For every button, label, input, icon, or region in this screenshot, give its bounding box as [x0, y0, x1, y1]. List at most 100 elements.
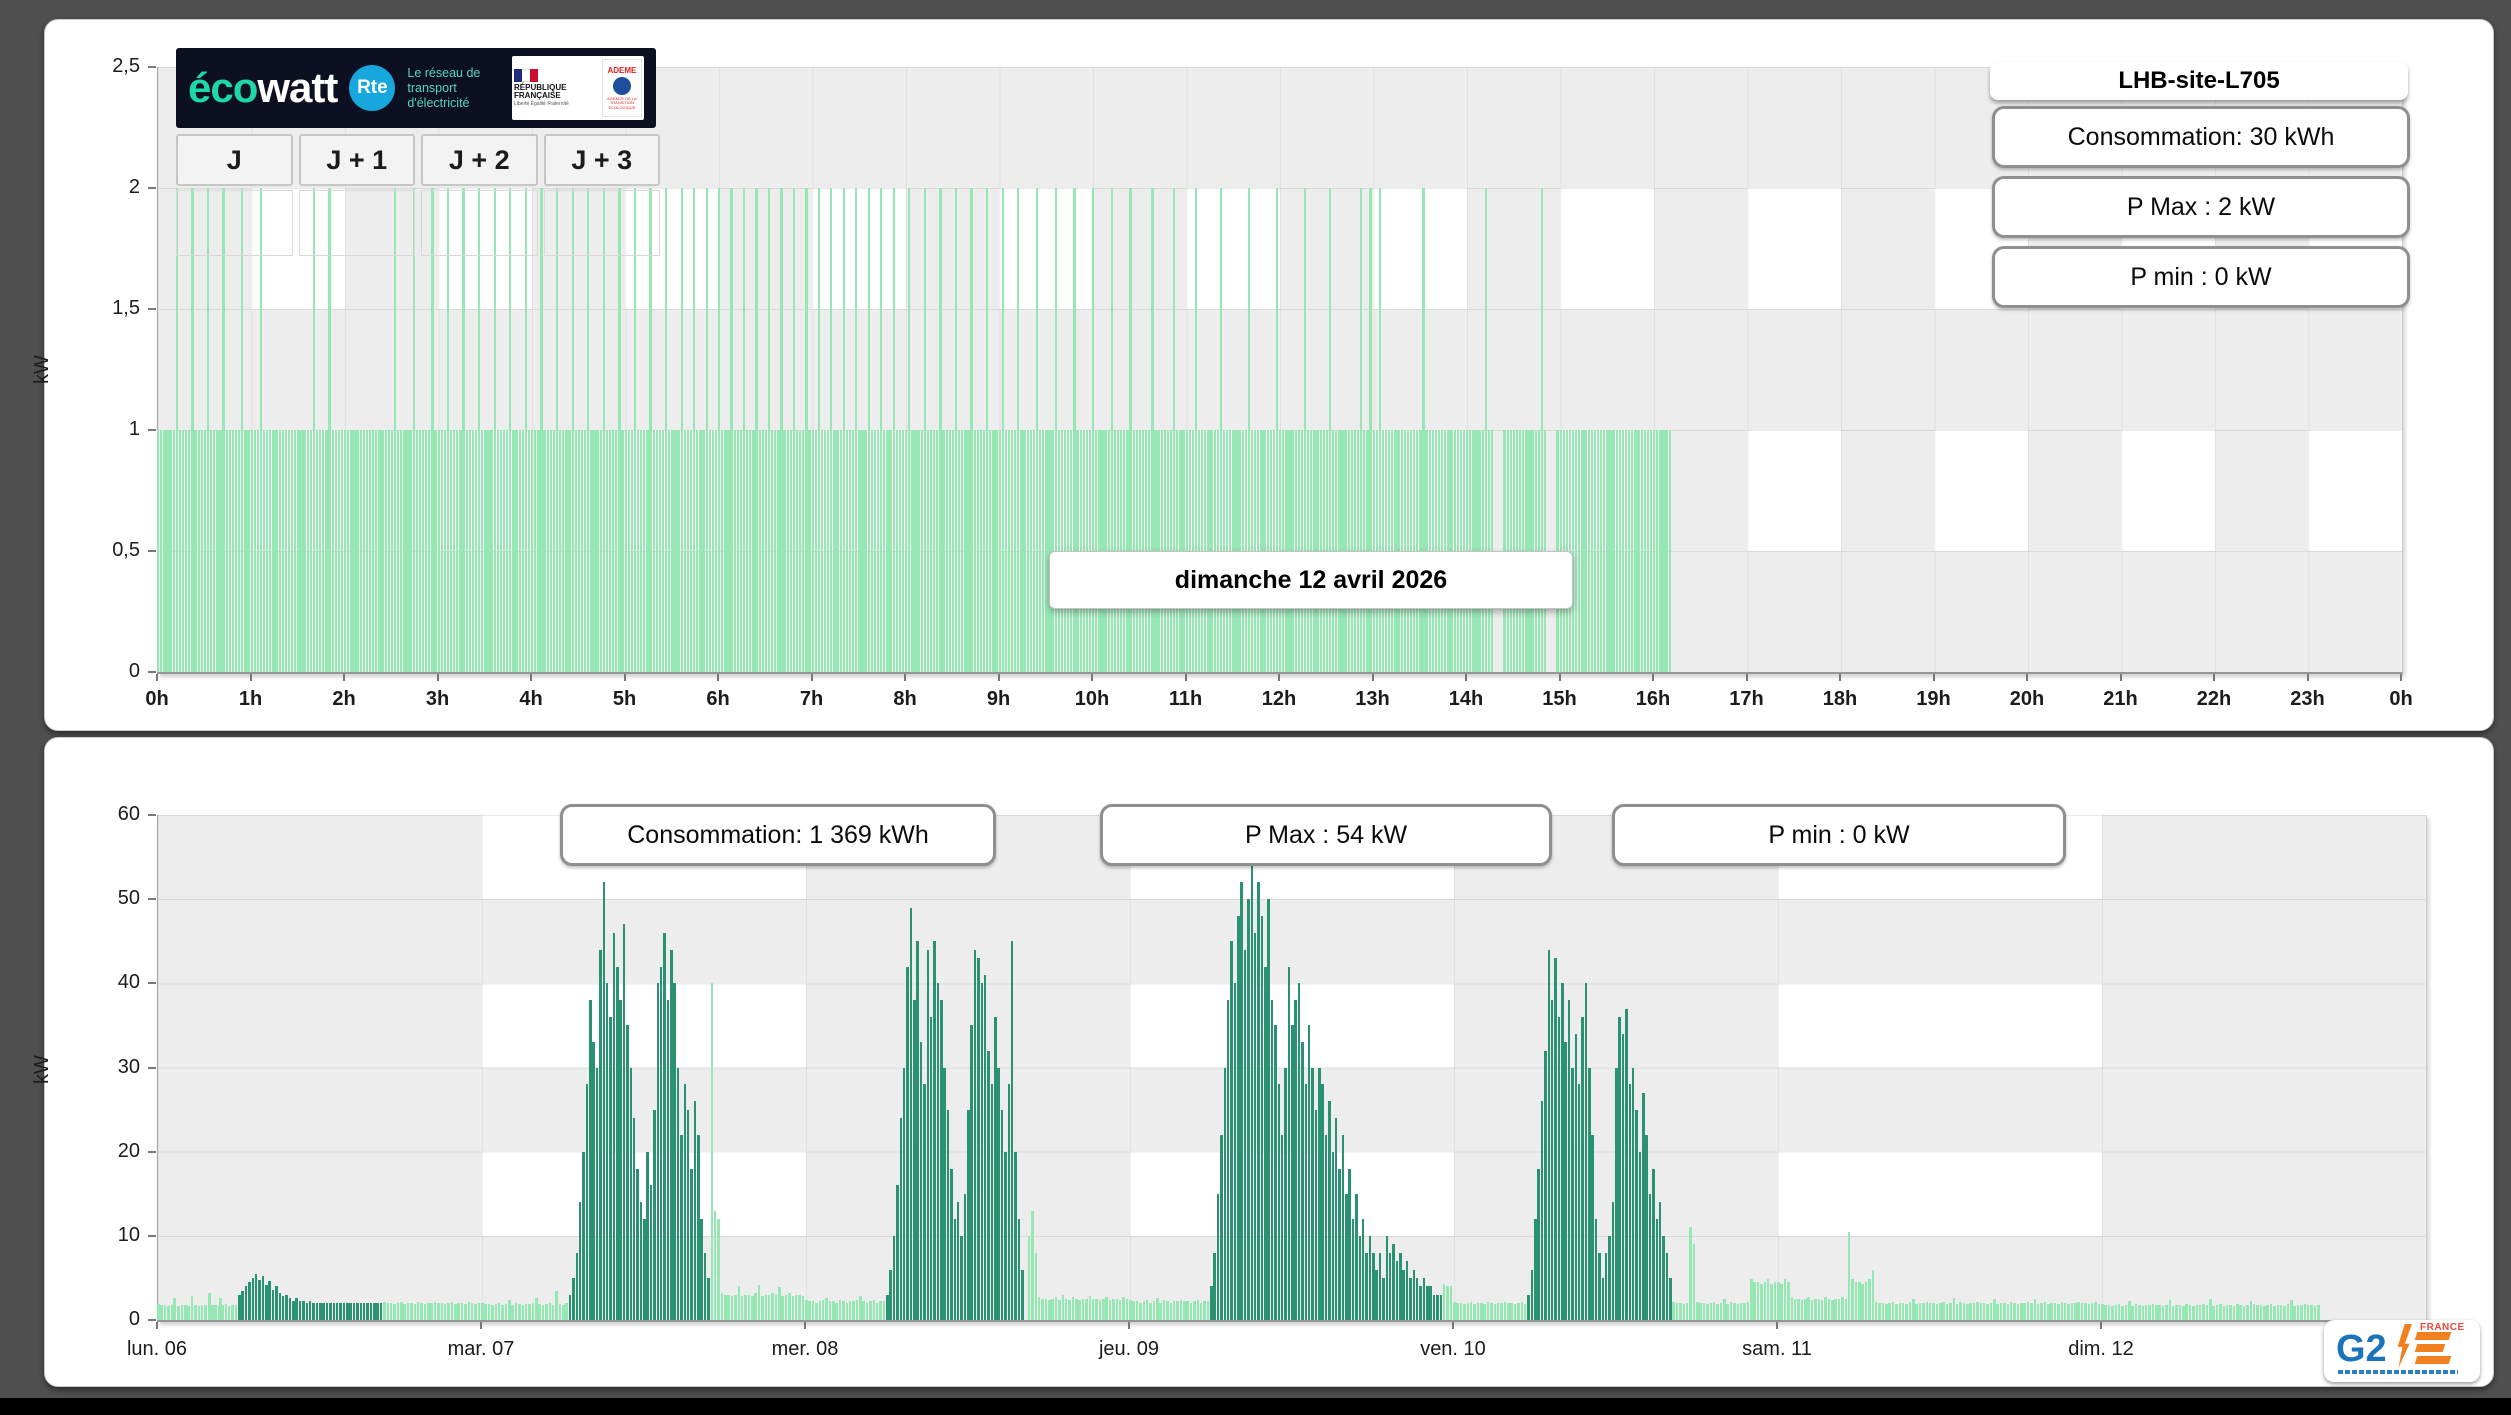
- weekly-bar: [1348, 1168, 1351, 1320]
- weekly-bar: [1453, 1301, 1456, 1320]
- weekly-bar: [1972, 1303, 1976, 1320]
- weekly-bar: [2114, 1304, 2118, 1320]
- weekly-pmin-stat: P min : 0 kW: [1612, 804, 2066, 866]
- daily-x-tick: [2400, 674, 2402, 681]
- weekly-bar: [889, 1269, 892, 1320]
- weekly-bar: [1945, 1304, 1949, 1320]
- day-button-j-plus-2[interactable]: J + 2: [421, 134, 538, 256]
- daily-bar: [1035, 188, 1039, 672]
- weekly-bar: [190, 1296, 194, 1320]
- weekly-bar: [2242, 1305, 2246, 1320]
- daily-bar: [241, 188, 244, 672]
- daily-bar: [593, 430, 596, 672]
- daily-bar: [216, 430, 219, 672]
- weekly-bar: [1091, 1298, 1095, 1320]
- daily-bar: [808, 430, 811, 672]
- daily-y-tick: [148, 187, 156, 189]
- weekly-bar: [298, 1301, 302, 1320]
- weekly-y-tick-label: 10: [117, 1223, 140, 1246]
- weekly-bar: [460, 1303, 464, 1320]
- weekly-bar: [518, 1304, 521, 1320]
- weekly-bar: [1365, 1252, 1368, 1320]
- weekly-bar: [379, 1303, 383, 1320]
- daily-bar: [403, 430, 406, 672]
- daily-bar: [259, 188, 263, 672]
- weekly-bar: [1422, 1277, 1426, 1320]
- ademe-subtitle: AGENCE DE LA TRANSITION ÉCOLOGIQUE: [607, 95, 637, 110]
- weekly-bar: [2050, 1303, 2053, 1320]
- daily-bar: [481, 430, 484, 672]
- weekly-bar: [1976, 1301, 1979, 1320]
- daily-bar: [340, 430, 344, 672]
- weekly-bar: [1405, 1261, 1409, 1320]
- daily-y-tick: [148, 671, 156, 673]
- weekly-bar: [1750, 1279, 1753, 1320]
- weekly-bar: [1463, 1304, 1466, 1320]
- daily-bar: [1628, 430, 1631, 672]
- weekly-bar: [2104, 1304, 2107, 1320]
- rte-logo-icon: Rte: [349, 65, 396, 111]
- weekly-bar: [649, 1185, 653, 1320]
- weekly-bar: [1122, 1297, 1125, 1320]
- weekly-bar: [656, 983, 660, 1320]
- weekly-bar: [842, 1301, 845, 1320]
- weekly-bar: [2121, 1305, 2124, 1320]
- weekly-bar: [440, 1303, 444, 1320]
- weekly-bar: [362, 1303, 366, 1320]
- daily-bar: [577, 430, 581, 672]
- daily-bar: [880, 188, 883, 672]
- ecowatt-gauge-icon: [298, 190, 415, 256]
- weekly-bar: [528, 1304, 531, 1320]
- daily-bar: [1606, 430, 1609, 672]
- weekly-bar: [1827, 1298, 1831, 1320]
- weekly-bar: [1166, 1301, 1169, 1320]
- daily-bar: [163, 430, 166, 672]
- weekly-bar: [1260, 916, 1264, 1320]
- daily-bar: [359, 430, 362, 672]
- weekly-bar: [673, 983, 676, 1320]
- day-button-j-plus-1[interactable]: J + 1: [298, 134, 415, 256]
- daily-bar: [565, 430, 568, 672]
- day-button-j[interactable]: J: [176, 134, 293, 256]
- weekly-bar: [693, 1101, 697, 1320]
- daily-bar: [428, 430, 431, 672]
- weekly-bar: [605, 983, 609, 1320]
- weekly-bar: [2182, 1305, 2185, 1320]
- weekly-bar: [494, 1304, 498, 1320]
- weekly-bar: [1564, 1042, 1567, 1320]
- weekly-bar: [2138, 1304, 2141, 1320]
- rf-motto: Liberté Égalité Fraternité: [514, 101, 569, 108]
- daily-bar: [549, 430, 552, 672]
- weekly-bar: [1756, 1282, 1760, 1320]
- weekly-bar: [629, 1067, 633, 1320]
- ademe-globe-icon: [612, 76, 631, 95]
- weekly-bar: [1574, 1033, 1578, 1320]
- daily-bar: [898, 430, 902, 672]
- weekly-bar: [808, 1301, 811, 1320]
- weekly-bar: [2006, 1304, 2010, 1320]
- daily-bar: [621, 430, 624, 672]
- weekly-bar: [2198, 1304, 2202, 1320]
- weekly-bar: [1814, 1298, 1817, 1320]
- weekly-bar: [1149, 1302, 1152, 1320]
- daily-bar: [1048, 430, 1051, 672]
- weekly-bar: [1915, 1304, 1918, 1320]
- weekly-bar: [1004, 1151, 1007, 1320]
- daily-bar: [961, 430, 964, 672]
- weekly-bar: [1186, 1301, 1189, 1320]
- weekly-bar: [636, 1168, 639, 1320]
- weekly-bar: [754, 1292, 757, 1320]
- weekly-bar: [977, 958, 980, 1320]
- weekly-bar: [1493, 1304, 1497, 1320]
- weekly-bar: [2205, 1304, 2209, 1320]
- daily-bar: [378, 430, 381, 672]
- daily-bar: [583, 430, 587, 672]
- weekly-bar: [1598, 1252, 1601, 1320]
- day-button-j-plus-3[interactable]: J + 3: [543, 134, 660, 256]
- daily-bar: [175, 188, 178, 672]
- weekly-bar: [157, 1303, 160, 1320]
- weekly-bar: [1412, 1269, 1416, 1320]
- weekly-bar: [1628, 1084, 1632, 1320]
- weekly-bar: [1156, 1298, 1159, 1320]
- weekly-bar: [683, 1084, 687, 1320]
